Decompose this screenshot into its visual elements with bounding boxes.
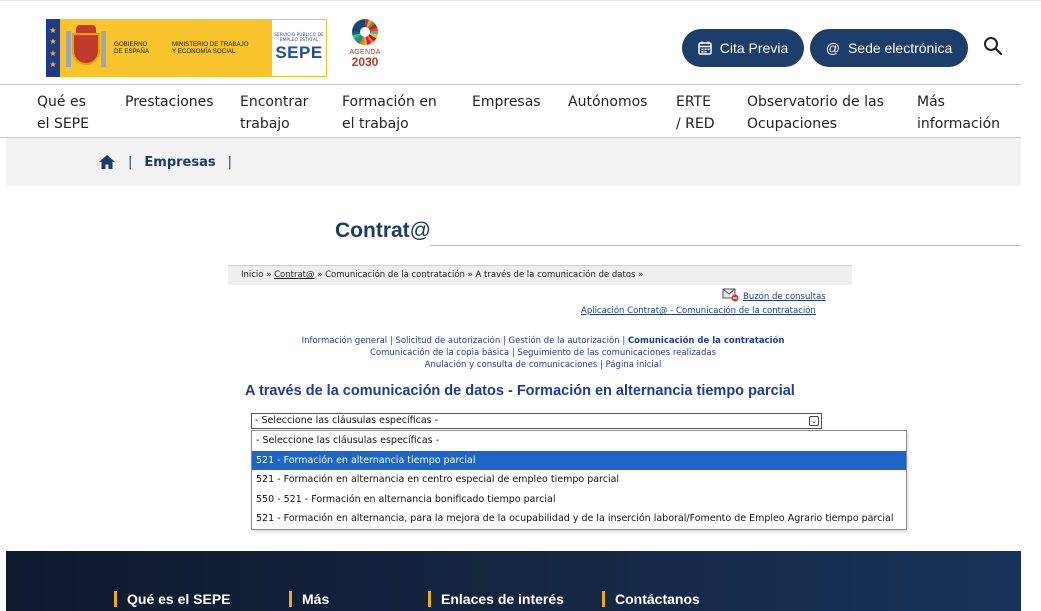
app-breadcrumb: Inicio » Contrat@ » Comunicación de la c… xyxy=(228,265,852,285)
sepe-big-text: SEPE xyxy=(275,43,323,62)
menu-informacion-general[interactable]: Información general xyxy=(302,336,388,346)
mailbox-icon xyxy=(722,288,739,302)
at-sign-icon: @ xyxy=(825,40,840,56)
calendar-icon xyxy=(698,41,712,55)
footer-contactanos[interactable]: Contáctanos xyxy=(602,591,700,607)
nav-item-erte-red[interactable]: ERTE / RED xyxy=(676,91,715,135)
dropdown-option[interactable]: 521 - Formación en alternancia, para la … xyxy=(252,509,906,529)
nav-item-que-es-el-sepe[interactable]: Qué es el SEPE xyxy=(37,91,89,135)
ministry-text: MINISTERIO DE TRABAJO Y ECONOMÍA SOCIAL xyxy=(172,41,249,55)
breadcrumb: | Empresas | xyxy=(6,138,1021,186)
eu-flag-icon: ★ ★ ★ ★ xyxy=(46,19,60,77)
breadcrumb-separator: | xyxy=(227,154,232,170)
nav-item-empresas[interactable]: Empresas xyxy=(472,91,541,113)
sepe-small-text: SERVICIO PÚBLICO DE EMPLEO ESTATAL xyxy=(274,33,324,43)
aplicacion-contrata-link[interactable]: Aplicación Contrat@ - Comunicación de la… xyxy=(581,306,816,316)
site-header: ★ ★ ★ ★ GOBIERNO DE ESPAÑA MINISTERIO DE TR… xyxy=(0,0,1041,84)
menu-comunicacion-contratacion[interactable]: Comunicación de la contratación xyxy=(628,336,785,346)
dropdown-option[interactable]: 550 - 521 - Formación en alternancia bon… xyxy=(252,490,906,510)
footer-que-es-el-sepe[interactable]: Qué es el SEPE xyxy=(114,591,231,607)
agenda-2030-logo[interactable]: AGENDA 2030 xyxy=(345,19,385,79)
nav-item-prestaciones[interactable]: Prestaciones xyxy=(125,91,214,113)
footer-mas[interactable]: Más xyxy=(289,591,329,607)
footer-enlaces-interes[interactable]: Enlaces de interés xyxy=(428,591,564,607)
search-icon[interactable] xyxy=(982,35,1004,57)
clausulas-select[interactable]: - Seleccione las cláusulas específicas -… xyxy=(251,413,822,429)
menu-copia-basica[interactable]: Comunicación de la copia básica xyxy=(370,348,509,358)
breadcrumb-contrata-link[interactable]: Contrat@ xyxy=(274,270,314,280)
dropdown-option[interactable]: - Seleccione las cláusulas específicas - xyxy=(252,431,906,451)
menu-pagina-inicial[interactable]: Página inicial xyxy=(606,360,662,370)
sepe-logo[interactable]: SERVICIO PÚBLICO DE EMPLEO ESTATAL SEPE xyxy=(271,19,327,77)
select-value: - Seleccione las cláusulas específicas - xyxy=(255,415,439,426)
main-navigation: Qué es el SEPE Prestaciones Encontrar tr… xyxy=(0,84,1021,138)
clausulas-dropdown: - Seleccione las cláusulas específicas -… xyxy=(251,430,907,530)
buzon-label: Buzón de consultas xyxy=(743,292,826,302)
cita-previa-button[interactable]: Cita Previa xyxy=(682,29,804,67)
nav-item-observatorio[interactable]: Observatorio de las Ocupaciones xyxy=(747,91,884,135)
government-logo[interactable]: ★ ★ ★ ★ GOBIERNO DE ESPAÑA MINISTERIO DE TR… xyxy=(46,19,327,77)
page-title: Contrat@ xyxy=(335,219,431,242)
dropdown-option-selected[interactable]: 521 - Formación en alternancia tiempo pa… xyxy=(252,450,906,470)
title-divider xyxy=(430,245,1021,246)
breadcrumb-separator: | xyxy=(128,154,133,170)
nav-item-formacion[interactable]: Formación en el trabajo xyxy=(342,91,437,135)
breadcrumb-current[interactable]: Empresas xyxy=(144,155,215,170)
sede-electronica-label: Sede electrónica xyxy=(847,40,953,56)
buzon-consultas-link[interactable]: Buzón de consultas xyxy=(722,288,826,302)
menu-solicitud-autorizacion[interactable]: Solicitud de autorización xyxy=(395,336,500,346)
gov-text: GOBIERNO DE ESPAÑA xyxy=(114,41,149,55)
cita-previa-label: Cita Previa xyxy=(719,40,789,56)
site-footer: Qué es el SEPE Más Enlaces de interés Co… xyxy=(6,551,1021,611)
menu-seguimiento[interactable]: Seguimiento de las comunicaciones realiz… xyxy=(517,348,716,358)
app-menu: Información general | Solicitud de autor… xyxy=(301,336,785,370)
home-icon[interactable] xyxy=(98,154,116,170)
nav-item-mas-informacion[interactable]: Más información xyxy=(917,91,1000,135)
sede-electronica-button[interactable]: @ Sede electrónica xyxy=(810,29,968,67)
menu-gestion-autorizacion[interactable]: Gestión de la autorización xyxy=(509,336,620,346)
menu-anulacion[interactable]: Anulación y consulta de comunicaciones xyxy=(425,360,598,370)
agenda-year: 2030 xyxy=(351,55,379,69)
section-title: A través de la comunicación de datos - F… xyxy=(245,383,795,399)
dropdown-option[interactable]: 521 - Formación en alternancia en centro… xyxy=(252,470,906,490)
coat-of-arms-icon xyxy=(66,25,106,71)
gov-logo-body: GOBIERNO DE ESPAÑA MINISTERIO DE TRABAJO… xyxy=(60,19,327,77)
nav-item-autonomos[interactable]: Autónomos xyxy=(568,91,647,113)
nav-item-encontrar-trabajo[interactable]: Encontrar trabajo xyxy=(240,91,308,135)
chevron-down-icon: ⌄ xyxy=(809,416,819,426)
sdg-wheel-icon xyxy=(352,19,378,45)
